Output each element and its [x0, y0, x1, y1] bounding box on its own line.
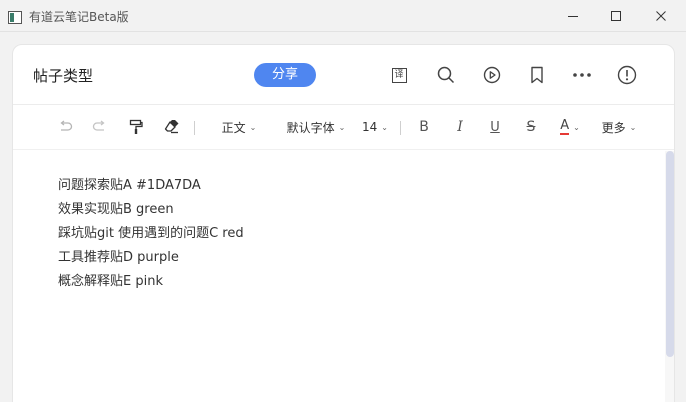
paragraph-style-dropdown[interactable]: 正文 ⌄	[219, 117, 259, 137]
search-icon	[437, 66, 455, 84]
editor-content[interactable]: 问题探索贴A #1DA7DA 效果实现贴B green 踩坑贴git 使用遇到的…	[13, 150, 674, 402]
ellipsis-icon	[573, 73, 591, 77]
title-bar: 有道云笔记Beta版	[0, 0, 686, 32]
more-formatting-dropdown[interactable]: 更多 ⌄	[599, 117, 639, 137]
format-painter-button[interactable]	[126, 117, 146, 137]
translate-button[interactable]: 译	[387, 63, 411, 87]
editor-card: 帖子类型 分享 译 正文 ⌄ 默认字体 ⌄ 14 ⌄ B I U S A ⌄ 更…	[12, 44, 675, 402]
toolbar-divider	[400, 121, 401, 135]
info-button[interactable]	[615, 63, 639, 87]
toolbar-divider	[194, 121, 195, 135]
editor-header: 帖子类型 分享 译	[13, 45, 674, 105]
chevron-down-icon: ⌄	[573, 122, 580, 132]
font-size-label: 14	[362, 120, 378, 134]
document-title[interactable]: 帖子类型	[33, 65, 93, 86]
more-formatting-label: 更多	[601, 120, 626, 135]
format-painter-icon	[129, 119, 143, 134]
bold-button[interactable]: B	[414, 117, 434, 137]
paragraph-style-label: 正文	[221, 120, 246, 135]
content-line[interactable]: 效果实现贴B green	[58, 198, 174, 217]
minimize-button[interactable]	[550, 0, 596, 32]
app-logo-icon	[8, 9, 22, 24]
translate-icon: 译	[391, 67, 407, 83]
chevron-down-icon: ⌄	[249, 122, 257, 132]
underline-button[interactable]: U	[485, 117, 505, 137]
close-button[interactable]	[638, 0, 684, 32]
redo-icon	[92, 120, 105, 131]
content-line[interactable]: 概念解释贴E pink	[58, 270, 163, 289]
text-color-dropdown[interactable]: A ⌄	[553, 117, 587, 137]
content-line[interactable]: 工具推荐贴D purple	[58, 246, 179, 265]
more-options-button[interactable]	[570, 63, 594, 87]
info-icon	[617, 65, 637, 85]
search-button[interactable]	[434, 63, 458, 87]
scrollbar-thumb[interactable]	[666, 151, 674, 357]
chevron-down-icon: ⌄	[338, 122, 346, 132]
close-icon	[656, 11, 666, 21]
strikethrough-button[interactable]: S	[521, 117, 541, 137]
presentation-button[interactable]	[480, 63, 504, 87]
undo-button[interactable]	[55, 117, 75, 137]
format-toolbar: 正文 ⌄ 默认字体 ⌄ 14 ⌄ B I U S A ⌄ 更多 ⌄	[13, 105, 674, 150]
maximize-icon	[611, 11, 621, 21]
undo-icon	[60, 120, 73, 131]
italic-button[interactable]: I	[450, 117, 470, 137]
font-family-dropdown[interactable]: 默认字体 ⌄	[285, 117, 347, 137]
content-line[interactable]: 踩坑贴git 使用遇到的问题C red	[58, 222, 244, 241]
bookmark-button[interactable]	[525, 63, 549, 87]
maximize-button[interactable]	[593, 0, 639, 32]
font-family-label: 默认字体	[286, 120, 335, 135]
redo-button[interactable]	[90, 117, 110, 137]
clear-format-button[interactable]	[162, 117, 182, 137]
play-circle-icon	[483, 66, 501, 84]
text-color-label: A	[560, 118, 570, 135]
content-line[interactable]: 问题探索贴A #1DA7DA	[58, 174, 201, 193]
share-button[interactable]: 分享	[254, 63, 316, 87]
eraser-icon	[164, 120, 179, 134]
chevron-down-icon: ⌄	[629, 122, 637, 132]
minimize-icon	[568, 16, 578, 17]
bookmark-icon	[531, 66, 543, 84]
font-size-dropdown[interactable]: 14 ⌄	[360, 117, 390, 137]
window-title: 有道云笔记Beta版	[29, 10, 129, 24]
chevron-down-icon: ⌄	[381, 122, 388, 132]
